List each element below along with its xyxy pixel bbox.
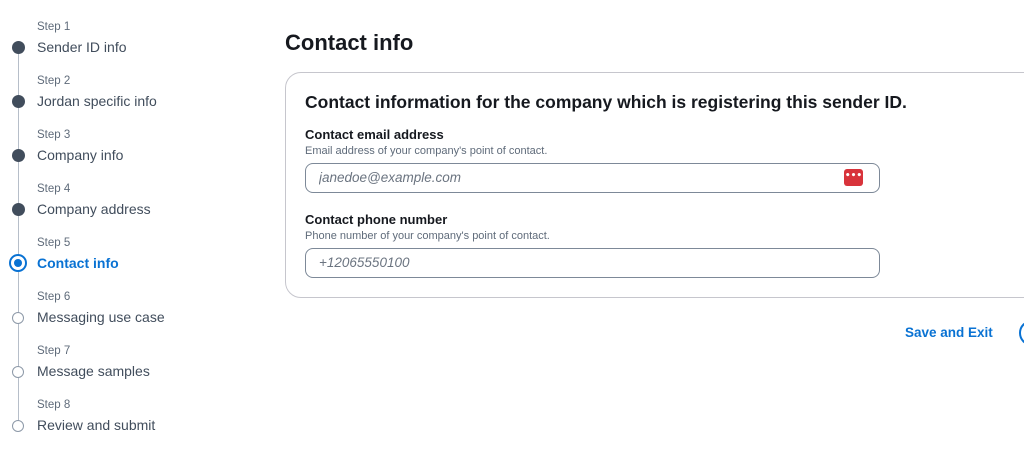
step-6: Step 6 Messaging use case	[0, 290, 250, 344]
step-pending-icon	[12, 420, 24, 432]
step-title: Message samples	[37, 363, 150, 379]
step-title: Contact info	[37, 255, 119, 271]
step-2[interactable]: Step 2 Jordan specific info	[0, 74, 250, 128]
email-field-label: Contact email address	[305, 127, 444, 142]
step-number: Step 6	[37, 291, 71, 303]
step-7: Step 7 Message samples	[0, 344, 250, 398]
step-title[interactable]: Company address	[37, 200, 151, 218]
step-completed-icon	[12, 203, 25, 216]
email-input[interactable]	[319, 164, 839, 191]
step-8: Step 8 Review and submit	[0, 398, 250, 452]
step-title: Review and submit	[37, 417, 156, 433]
step-number: Step 4	[37, 183, 71, 195]
step-number: Step 5	[37, 237, 71, 249]
step-3[interactable]: Step 3 Company info	[0, 128, 250, 182]
step-pending-icon	[12, 312, 24, 324]
step-title[interactable]: Company info	[37, 146, 123, 164]
step-current-icon	[9, 254, 27, 272]
step-completed-icon	[12, 95, 25, 108]
phone-field-label: Contact phone number	[305, 212, 448, 227]
password-manager-icon[interactable]: •••	[844, 169, 863, 186]
wizard-stepper: Step 1 Sender ID info Step 2 Jordan spec…	[0, 0, 250, 460]
email-field-description: Email address of your company's point of…	[305, 145, 548, 157]
container-header: Contact information for the company whic…	[305, 92, 907, 112]
step-number: Step 3	[37, 129, 71, 141]
step-title: Messaging use case	[37, 309, 165, 325]
step-number: Step 2	[37, 75, 71, 87]
step-5[interactable]: Step 5 Contact info	[0, 236, 250, 290]
step-number: Step 7	[37, 345, 71, 357]
step-completed-icon	[12, 41, 25, 54]
step-number: Step 1	[37, 21, 71, 33]
step-number: Step 8	[37, 399, 71, 411]
phone-input[interactable]	[319, 249, 839, 276]
phone-field-description: Phone number of your company's point of …	[305, 230, 550, 242]
email-field[interactable]: •••	[305, 163, 880, 193]
phone-field[interactable]	[305, 248, 880, 278]
step-1[interactable]: Step 1 Sender ID info	[0, 20, 250, 74]
page-title: Contact info	[285, 30, 414, 55]
step-pending-icon	[12, 366, 24, 378]
save-and-exit-button[interactable]: Save and Exit	[905, 325, 993, 340]
step-title[interactable]: Jordan specific info	[37, 92, 157, 110]
step-completed-icon	[12, 149, 25, 162]
step-title[interactable]: Sender ID info	[37, 38, 127, 56]
step-4[interactable]: Step 4 Company address	[0, 182, 250, 236]
next-button[interactable]	[1019, 320, 1024, 346]
contact-info-container: Contact information for the company whic…	[285, 72, 1024, 298]
